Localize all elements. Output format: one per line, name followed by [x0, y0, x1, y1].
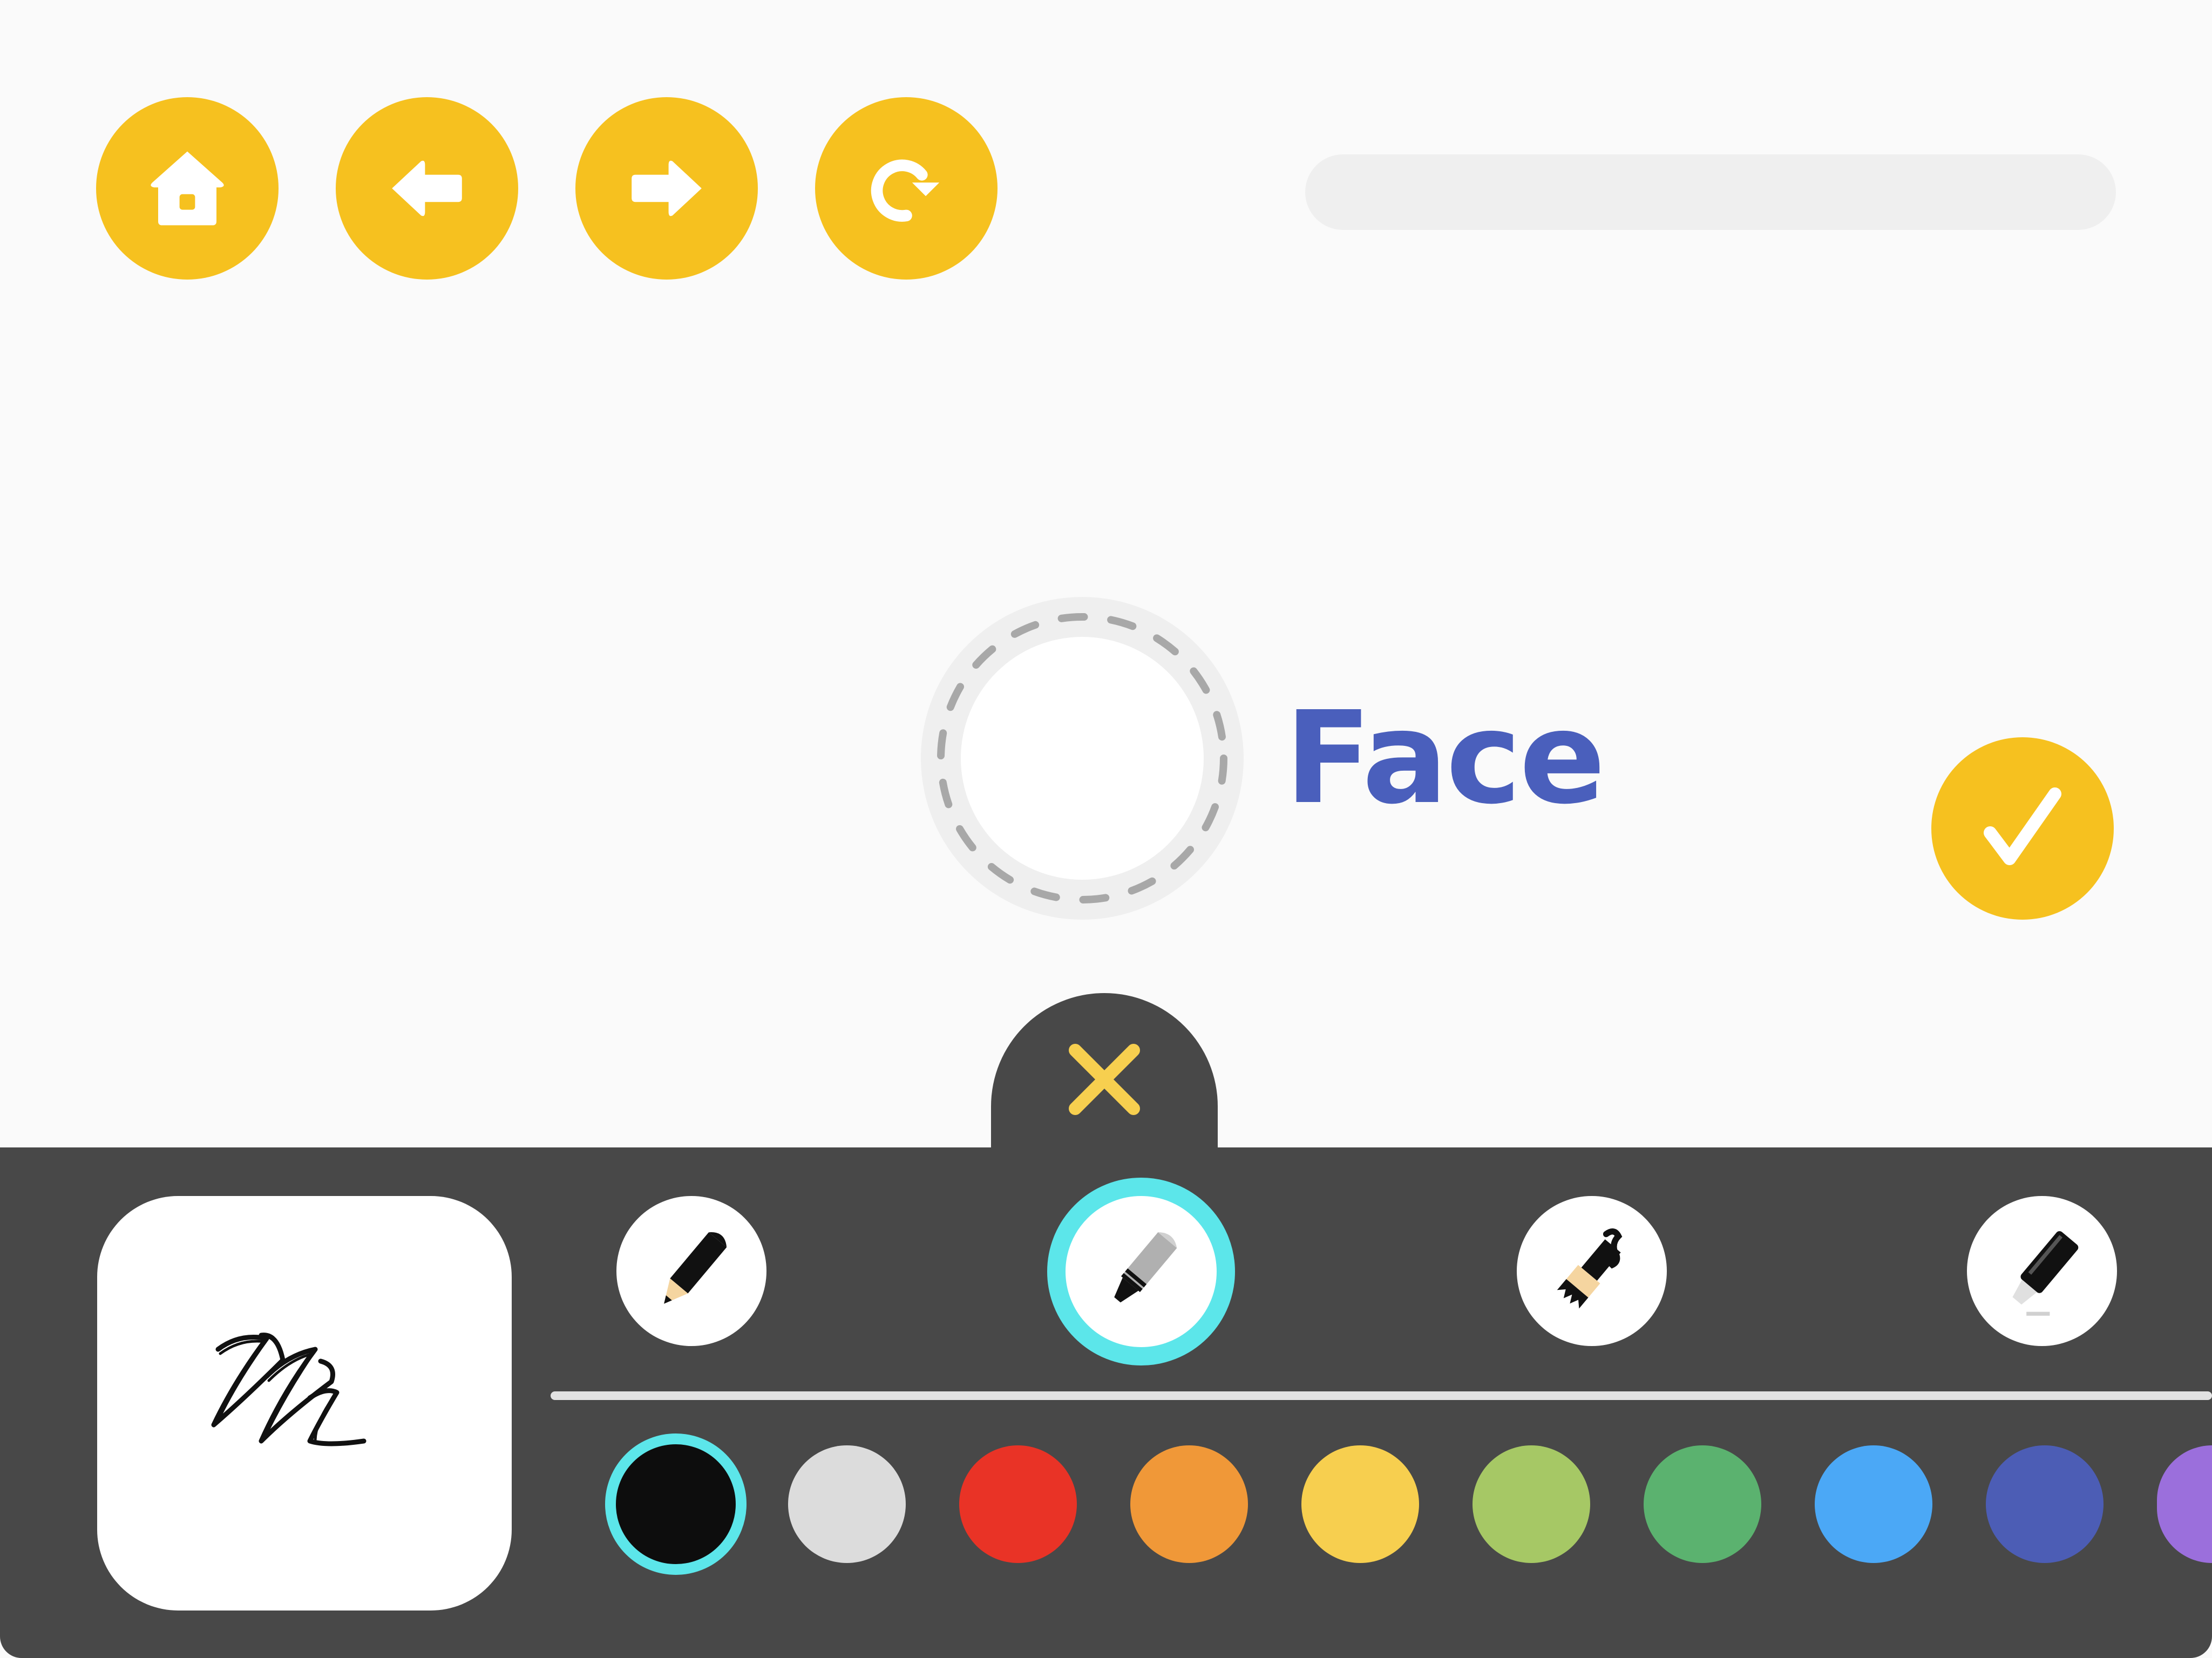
- color-swatch-red[interactable]: [959, 1445, 1077, 1563]
- color-swatch-orange[interactable]: [1130, 1445, 1248, 1563]
- panel-divider: [551, 1391, 2212, 1400]
- color-swatch-yellow[interactable]: [1301, 1445, 1419, 1563]
- marker-icon: [2012, 1231, 2079, 1316]
- paintbrush-tool[interactable]: [1517, 1196, 1667, 1346]
- paintbrush-icon: [1557, 1228, 1623, 1309]
- color-swatch-light-gray[interactable]: [788, 1445, 906, 1563]
- panel-tab: [991, 993, 1218, 1155]
- close-button[interactable]: [1061, 1036, 1148, 1123]
- color-swatch-indigo[interactable]: [1986, 1445, 2104, 1563]
- close-icon: [1069, 1044, 1140, 1115]
- refresh-button[interactable]: [815, 97, 998, 280]
- marker-tool[interactable]: [1967, 1196, 2117, 1346]
- color-swatch-blue[interactable]: [1815, 1445, 1932, 1563]
- color-swatch-black[interactable]: [605, 1433, 747, 1575]
- crayon-icon: [1114, 1232, 1177, 1303]
- color-swatch-green[interactable]: [1644, 1445, 1761, 1563]
- confirm-button[interactable]: [1931, 737, 2114, 920]
- pencil-tool[interactable]: [616, 1196, 766, 1346]
- target-label: Face: [1285, 684, 1606, 832]
- home-icon: [151, 151, 224, 226]
- drawing-slot[interactable]: [921, 597, 1244, 920]
- stroke-preview-icon: [211, 1333, 367, 1446]
- checkmark-icon: [1984, 787, 2061, 865]
- refresh-icon: [871, 159, 940, 222]
- crayon-tool[interactable]: [1047, 1178, 1235, 1365]
- pencil-icon: [664, 1232, 727, 1304]
- forward-button[interactable]: [575, 97, 758, 280]
- stroke-preview: [97, 1196, 512, 1611]
- arrow-right-icon: [632, 160, 702, 216]
- progress-bar: [1305, 154, 2116, 230]
- home-button[interactable]: [96, 97, 279, 280]
- drawing-slot-inner: [961, 637, 1204, 880]
- color-swatch-yellow-green[interactable]: [1473, 1445, 1590, 1563]
- arrow-left-icon: [392, 160, 462, 216]
- back-button[interactable]: [336, 97, 518, 280]
